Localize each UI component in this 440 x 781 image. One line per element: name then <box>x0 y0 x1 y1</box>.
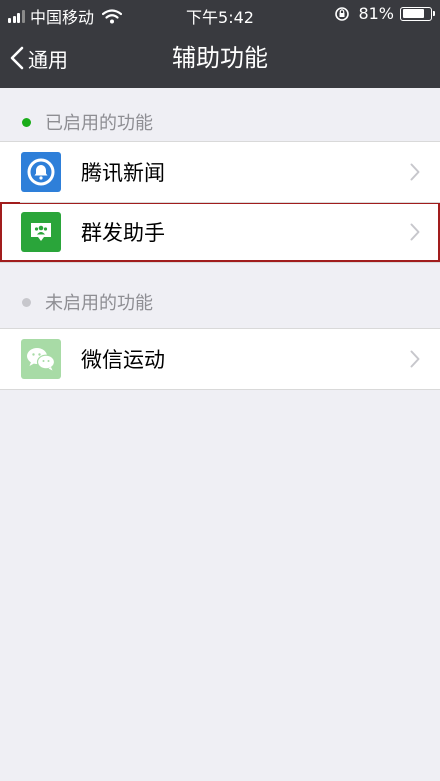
tencent-news-icon <box>21 152 61 192</box>
page-title: 辅助功能 <box>172 44 268 72</box>
disabled-features-list: 微信运动 <box>0 328 440 390</box>
status-right: 81% <box>334 4 435 23</box>
chevron-right-icon <box>410 163 420 181</box>
enabled-features-list: 腾讯新闻 群发助手 <box>0 141 440 263</box>
chevron-right-icon <box>410 350 420 368</box>
feature-label: 腾讯新闻 <box>81 161 165 185</box>
battery-percentage: 81% <box>358 4 394 23</box>
feature-row-tencent-news[interactable]: 腾讯新闻 <box>0 142 440 202</box>
section-title: 未启用的功能 <box>45 293 153 314</box>
top-bar: 中国移动 下午5:42 81% 通用 辅助功能 <box>0 0 440 88</box>
feature-label: 微信运动 <box>81 348 165 372</box>
group-broadcast-icon <box>21 212 61 252</box>
feature-row-group-broadcast[interactable]: 群发助手 <box>0 202 440 262</box>
battery-icon <box>400 6 435 21</box>
wechat-sport-icon <box>21 339 61 379</box>
status-dot-enabled <box>22 117 31 127</box>
chevron-right-icon <box>410 223 420 241</box>
section-header-enabled: 已启用的功能 <box>0 102 440 142</box>
feature-row-wechat-sport[interactable]: 微信运动 <box>0 329 440 389</box>
status-bar: 中国移动 下午5:42 81% <box>0 0 440 28</box>
status-dot-disabled <box>22 297 31 307</box>
section-header-disabled: 未启用的功能 <box>0 282 440 322</box>
section-title: 已启用的功能 <box>45 113 153 134</box>
orientation-lock-icon <box>335 6 350 21</box>
navigation-bar: 通用 辅助功能 <box>0 28 440 88</box>
feature-label: 群发助手 <box>81 221 165 245</box>
